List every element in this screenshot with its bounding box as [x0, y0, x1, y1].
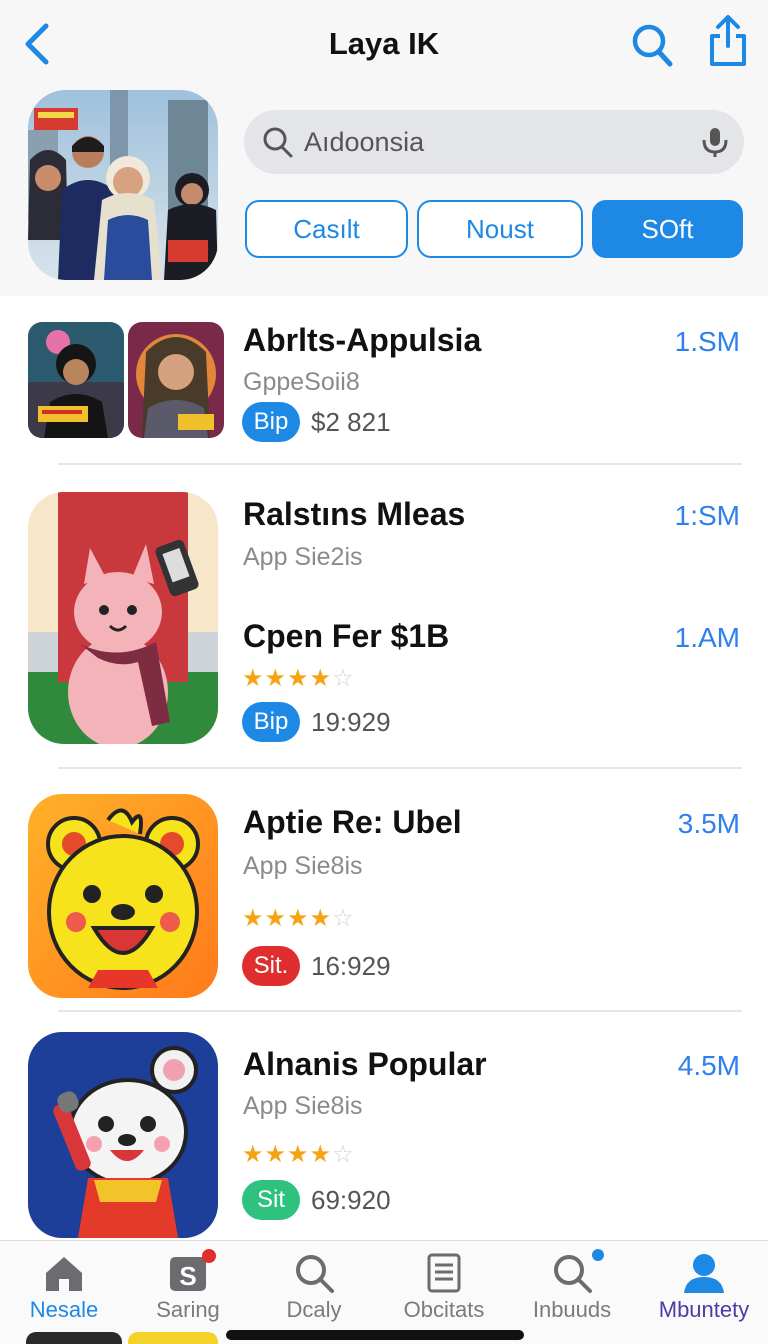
document-icon	[427, 1253, 461, 1293]
app-title: Aptie Re: Ubel	[243, 804, 462, 840]
star-icon: ★	[264, 1141, 288, 1168]
filter-chip[interactable]: Casılt	[245, 200, 408, 258]
star-icon: ★	[309, 665, 333, 692]
app-subtitle: GppeSoii8	[243, 368, 360, 396]
app-size: 4.5M	[677, 1050, 740, 1081]
hero-section: Aıdoonsia Casılt Noust SOft	[0, 90, 768, 296]
status-badge: Sit.	[242, 946, 300, 986]
star-icon: ☆	[332, 665, 355, 692]
app-title: Ralstıns Mleas	[243, 496, 466, 532]
svg-text:S: S	[179, 1261, 196, 1291]
star-icon: ★	[242, 905, 265, 932]
app-icon-image	[28, 492, 218, 744]
divider	[58, 463, 742, 465]
divider	[58, 767, 742, 769]
app-subtitle: App Sie8is	[243, 852, 363, 880]
top-bar: Laya IK	[0, 0, 768, 90]
search-icon	[296, 1255, 334, 1293]
app-meta: 69:920	[311, 1185, 391, 1215]
app-meta: 19:929	[311, 707, 391, 737]
tab-obcitats[interactable]: Obcitats	[380, 1241, 508, 1331]
filter-chip[interactable]: Noust	[417, 200, 583, 258]
featured-art-image[interactable]	[28, 90, 218, 280]
app-size: 1.SM	[674, 326, 740, 357]
app-thumbnail-image	[28, 322, 124, 438]
tab-inbuuds[interactable]: Inbuuds	[508, 1241, 636, 1331]
filter-chip-selected[interactable]: SOft	[592, 200, 743, 258]
tab-label: Saring	[156, 1297, 220, 1322]
app-price: $2 821	[311, 407, 391, 437]
tab-label: Nesale	[29, 1297, 99, 1322]
app-meta: 16:929	[311, 951, 391, 981]
tab-bar: Nesale S Saring Dcaly Obcitats Inbuuds M…	[0, 1240, 768, 1344]
app-title: Abrlts-Appulsia	[243, 322, 482, 358]
peek-thumbnail-image	[26, 1332, 122, 1344]
search-icon[interactable]	[630, 20, 674, 68]
app-icon-image	[28, 794, 218, 998]
star-rating: ★★★★☆	[242, 664, 355, 693]
star-icon: ★	[287, 905, 310, 932]
star-icon: ★	[242, 665, 265, 692]
star-rating: ★★★★☆	[242, 1140, 355, 1169]
home-indicator	[226, 1330, 524, 1340]
star-icon: ★	[264, 905, 288, 932]
tab-home[interactable]: Nesale	[0, 1241, 128, 1331]
star-icon: ★	[309, 905, 333, 932]
app-title: Alnanis Popular	[243, 1046, 487, 1082]
search-icon	[263, 127, 293, 158]
divider	[58, 1010, 742, 1012]
app-thumbnail-image	[128, 322, 224, 438]
app-size: 3.5M	[677, 808, 740, 839]
tab-mbuntety[interactable]: Mbuntety	[640, 1241, 768, 1331]
app-promo-size: 1.AM	[674, 622, 740, 653]
search-icon	[554, 1255, 592, 1293]
peek-thumbnail-image	[128, 1332, 218, 1344]
app-size: 1:SM	[674, 500, 740, 531]
search-bar[interactable]: Aıdoonsia	[244, 110, 744, 174]
star-rating: ★★★★☆	[242, 904, 355, 933]
star-icon: ★	[287, 1141, 310, 1168]
tab-label: Dcaly	[286, 1297, 342, 1322]
tab-label: Mbuntety	[658, 1297, 750, 1322]
notification-dot	[202, 1249, 216, 1263]
star-icon: ★	[264, 665, 288, 692]
app-promo-title: Cpen Fer $1B	[243, 618, 450, 654]
status-badge: Bip	[242, 702, 300, 742]
tab-label: Inbuuds	[532, 1297, 612, 1322]
star-icon: ☆	[332, 1141, 355, 1168]
share-icon[interactable]	[706, 14, 750, 68]
star-icon: ★	[287, 665, 310, 692]
app-subtitle: App Sie8is	[243, 1092, 363, 1120]
star-icon: ★	[242, 1141, 265, 1168]
app-subtitle: App Sie2is	[243, 543, 363, 571]
tab-dcaly[interactable]: Dcaly	[250, 1241, 378, 1331]
search-input[interactable]: Aıdoonsia	[304, 127, 424, 158]
star-icon: ☆	[332, 905, 355, 932]
tab-label: Obcitats	[403, 1297, 485, 1322]
microphone-icon[interactable]	[700, 125, 730, 159]
status-badge: Bip	[242, 402, 300, 442]
star-icon: ★	[309, 1141, 333, 1168]
tab-saring[interactable]: S Saring	[124, 1241, 252, 1331]
person-icon	[684, 1254, 724, 1293]
home-icon	[46, 1257, 82, 1291]
notification-dot	[592, 1249, 604, 1261]
status-badge: Sit	[242, 1180, 300, 1220]
app-icon-image	[28, 1032, 218, 1238]
